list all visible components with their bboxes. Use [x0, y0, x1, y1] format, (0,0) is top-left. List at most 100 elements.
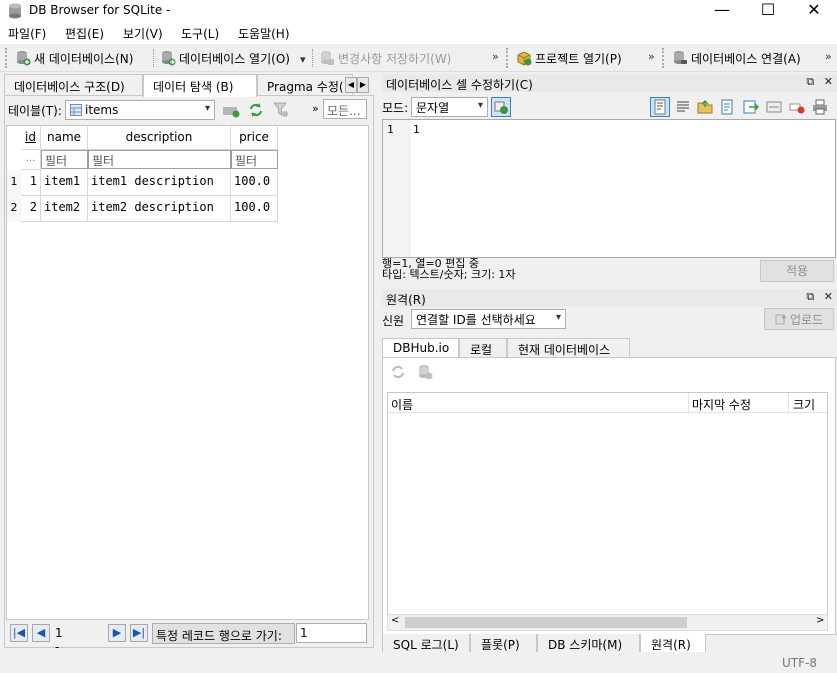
horizontal-scrollbar[interactable]: < > — [387, 614, 828, 631]
goto-record-input[interactable]: 1 — [296, 623, 367, 643]
refresh-icon[interactable] — [248, 102, 264, 118]
attach-database-button[interactable]: 데이터베이스 연결(A) — [672, 47, 801, 69]
float-dock-icon[interactable]: ⧉ — [806, 290, 814, 303]
column-header-id[interactable]: id — [21, 126, 41, 150]
close-dock-icon[interactable]: ✕ — [824, 75, 833, 88]
menu-tools[interactable]: 도구(L) — [181, 25, 219, 42]
upload-button[interactable]: 업로드 — [764, 308, 834, 330]
table-cell[interactable]: 100.0 — [231, 196, 278, 222]
tab-scroll-right-icon[interactable]: ▶ — [357, 77, 369, 93]
export-file-icon[interactable] — [743, 99, 759, 115]
toolbar-grip[interactable] — [506, 48, 509, 68]
table-cell[interactable]: item1 — [41, 170, 88, 196]
cell-text-editor[interactable]: 1 1 — [382, 119, 836, 258]
new-database-label: 새 데이터베이스(N) — [34, 51, 134, 66]
previous-record-icon[interactable]: ◀ — [32, 624, 50, 642]
chevron-down-icon: ▾ — [477, 100, 483, 111]
filter-funnel-icon[interactable] — [272, 101, 290, 119]
filter-input-price[interactable]: 필터 — [231, 150, 278, 169]
open-project-button[interactable]: 프로젝트 열기(P) — [516, 47, 622, 69]
clear-filters-icon[interactable] — [222, 102, 240, 118]
text-wrap-icon[interactable] — [650, 97, 670, 117]
column-header-size[interactable]: 크기 — [793, 396, 815, 413]
maximize-button[interactable]: ☐ — [745, 0, 791, 22]
erase-cell-icon[interactable] — [789, 99, 805, 115]
next-record-icon[interactable]: ▶ — [108, 624, 126, 642]
float-dock-icon[interactable]: ⧉ — [806, 75, 814, 88]
table-cell[interactable]: 1 — [21, 170, 41, 196]
database-app-icon — [9, 3, 21, 19]
column-divider — [688, 393, 689, 413]
set-null-icon[interactable] — [766, 99, 782, 115]
menu-file[interactable]: 파일(F) — [8, 25, 46, 42]
tab-local[interactable]: 로컬 — [459, 338, 507, 358]
tab-dbhub[interactable]: DBHub.io — [382, 338, 459, 358]
filter-input-name[interactable]: 필터 — [41, 150, 88, 169]
tab-remote[interactable]: 원격(R) — [640, 634, 706, 654]
write-changes-button[interactable]: 변경사항 저장하기(W) — [319, 47, 451, 69]
open-file-icon[interactable] — [697, 99, 713, 115]
clone-database-icon[interactable] — [416, 363, 434, 381]
tab-edit-pragmas[interactable]: Pragma 수정( — [257, 74, 353, 96]
goto-record-button[interactable]: 특정 레코드 행으로 가기: — [152, 623, 295, 644]
auto-switch-mode-icon[interactable] — [491, 97, 511, 117]
import-file-icon[interactable] — [720, 99, 736, 115]
row-header[interactable]: 1 — [7, 170, 21, 196]
minimize-button[interactable]: — — [699, 0, 745, 22]
open-database-dropdown-icon[interactable]: ▾ — [300, 53, 306, 66]
column-header-description[interactable]: description — [88, 126, 231, 150]
identity-select-value: 연결할 ID를 선택하세요 — [416, 312, 536, 327]
close-window-button[interactable]: ✕ — [791, 0, 837, 22]
table-cell[interactable]: 100.0 — [231, 170, 278, 196]
tab-db-schema[interactable]: DB 스키마(M) — [537, 634, 640, 654]
row-header[interactable]: 2 — [7, 196, 21, 222]
attach-database-label: 데이터베이스 연결(A) — [691, 51, 801, 66]
new-database-button[interactable]: 새 데이터베이스(N) — [15, 47, 133, 69]
toolbar-overflow-icon[interactable]: » — [492, 50, 499, 63]
filter-all-input[interactable]: 모든... — [323, 99, 367, 119]
tab-plot[interactable]: 플롯(P) — [470, 634, 537, 654]
toolbar-grip[interactable] — [5, 48, 8, 68]
refresh-icon[interactable] — [390, 364, 406, 380]
last-record-icon[interactable]: ▶| — [130, 624, 148, 642]
column-divider — [788, 393, 789, 413]
table-cell[interactable]: item1 description — [88, 170, 231, 196]
cell-editor-content[interactable]: 1 — [413, 123, 420, 136]
filter-input-description[interactable]: 필터 — [88, 150, 231, 169]
first-record-icon[interactable]: |◀ — [10, 624, 28, 642]
print-icon[interactable] — [812, 99, 828, 115]
mode-select[interactable]: 문자열 ▾ — [411, 97, 488, 117]
apply-button[interactable]: 적용 — [760, 260, 834, 282]
open-project-label: 프로젝트 열기(P) — [535, 51, 622, 66]
toolbar-grip[interactable] — [662, 48, 665, 68]
column-header-name[interactable]: 이름 — [391, 396, 413, 413]
menu-edit[interactable]: 편집(E) — [65, 25, 104, 42]
identity-select[interactable]: 연결할 ID를 선택하세요 ▾ — [411, 309, 566, 329]
browse-toolbar-overflow-icon[interactable]: » — [312, 102, 319, 115]
main-toolbar: 새 데이터베이스(N) 데이터베이스 열기(O) ▾ 변경사항 저장하기(W) … — [0, 44, 837, 72]
close-dock-icon[interactable]: ✕ — [824, 290, 833, 303]
open-database-button[interactable]: 데이터베이스 열기(O) — [160, 47, 290, 69]
column-header-last-modified[interactable]: 마지막 수정 — [692, 396, 751, 413]
remote-dock-title: 원격(R) — [386, 293, 426, 307]
tab-database-structure[interactable]: 데이터베이스 구조(D) — [4, 74, 143, 96]
menu-view[interactable]: 보기(V) — [123, 25, 163, 42]
scroll-right-icon[interactable]: > — [816, 615, 824, 626]
tab-current-database[interactable]: 현재 데이터베이스 — [507, 338, 630, 358]
tab-browse-data[interactable]: 데이터 탐색 (B) — [143, 74, 257, 97]
tab-sql-log[interactable]: SQL 로그(L) — [382, 634, 470, 654]
column-header-name[interactable]: name — [41, 126, 88, 150]
toolbar-overflow-icon[interactable]: » — [648, 50, 655, 63]
word-wrap-icon[interactable] — [675, 99, 691, 115]
scroll-left-icon[interactable]: < — [391, 615, 399, 626]
menu-help[interactable]: 도움말(H) — [238, 25, 290, 42]
scrollbar-thumb[interactable] — [405, 617, 687, 628]
table-select[interactable]: items ▾ — [65, 100, 215, 120]
grid-corner[interactable] — [7, 126, 21, 170]
table-cell[interactable]: item2 description — [88, 196, 231, 222]
table-cell[interactable]: item2 — [41, 196, 88, 222]
table-cell[interactable]: 2 — [21, 196, 41, 222]
tab-scroll-left-icon[interactable]: ◀ — [345, 77, 357, 93]
toolbar-overflow-icon[interactable]: » — [825, 50, 832, 63]
column-header-price[interactable]: price — [231, 126, 278, 150]
